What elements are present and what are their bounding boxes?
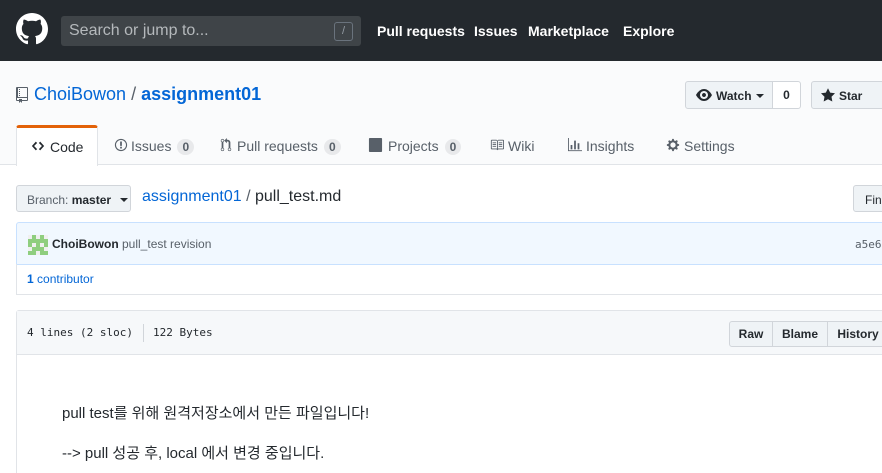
repo-title-separator: / bbox=[131, 84, 137, 104]
nav-marketplace[interactable]: Marketplace bbox=[528, 23, 609, 39]
contributor-count: 1 bbox=[27, 272, 34, 286]
github-logo-icon[interactable] bbox=[16, 13, 48, 45]
contributor-label: contributor bbox=[37, 272, 94, 286]
star-icon bbox=[821, 88, 835, 102]
avatar[interactable] bbox=[28, 235, 48, 255]
branch-label: Branch: master bbox=[27, 193, 111, 207]
commit-message-link[interactable]: pull_test revision bbox=[122, 237, 211, 251]
commit-sha-link[interactable]: a5e6 bbox=[855, 238, 882, 251]
commit-summary: ChoiBowon pull_test revision bbox=[52, 237, 211, 251]
file-info-divider bbox=[143, 324, 144, 342]
breadcrumb-file-name: pull_test.md bbox=[254, 188, 342, 205]
commit-tease: ChoiBowon pull_test revision a5e6 bbox=[16, 222, 882, 265]
breadcrumb-separator: / bbox=[246, 188, 251, 205]
watch-button[interactable]: Watch bbox=[685, 81, 773, 109]
find-file-button[interactable]: Find bbox=[853, 185, 882, 212]
tab-issues-count: 0 bbox=[177, 139, 195, 155]
search-input[interactable]: Search or jump to... / bbox=[61, 16, 361, 46]
tab-issues-text: Issues 0 bbox=[131, 138, 195, 155]
raw-button[interactable]: Raw bbox=[729, 321, 773, 347]
gear-icon bbox=[666, 138, 680, 152]
chevron-down-icon bbox=[756, 94, 764, 98]
project-icon bbox=[368, 138, 383, 152]
repo-name-link[interactable]: assignment01 bbox=[141, 84, 261, 104]
blame-button[interactable]: Blame bbox=[772, 321, 828, 347]
slash-shortcut-key: / bbox=[334, 22, 353, 41]
markdown-paragraph: --> pull 성공 후, local 에서 변경 중입니다. bbox=[62, 445, 325, 462]
breadcrumb: assignment01 / pull_test.md bbox=[142, 188, 341, 206]
tab-projects-text: Projects 0 bbox=[388, 138, 462, 155]
history-button[interactable]: History bbox=[827, 321, 882, 347]
eye-icon bbox=[696, 89, 712, 101]
tab-pull-requests-label: Pull requests bbox=[237, 138, 318, 154]
search-placeholder: Search or jump to... bbox=[69, 22, 209, 39]
tab-wiki-label: Wiki bbox=[508, 138, 535, 154]
repo-owner-link[interactable]: ChoiBowon bbox=[34, 84, 126, 104]
tab-projects-count: 0 bbox=[444, 139, 462, 155]
repo-icon bbox=[16, 87, 28, 103]
tab-pull-requests-text: Pull requests 0 bbox=[237, 138, 341, 155]
watch-label: Watch bbox=[716, 89, 752, 103]
markdown-paragraph: pull test를 위해 원격저장소에서 만든 파일입니다! bbox=[62, 405, 370, 422]
tab-code-label: Code bbox=[50, 139, 84, 155]
book-icon bbox=[490, 139, 504, 151]
contributors-link[interactable]: 1 contributor bbox=[27, 272, 94, 286]
tab-insights-label: Insights bbox=[586, 138, 635, 154]
pull-request-icon bbox=[220, 138, 232, 152]
global-header: Search or jump to... / Pull requests Iss… bbox=[0, 0, 882, 61]
issue-opened-icon bbox=[114, 138, 128, 152]
find-file-label: Find bbox=[865, 193, 882, 207]
tab-pull-requests-count: 0 bbox=[323, 139, 341, 155]
nav-issues[interactable]: Issues bbox=[474, 23, 518, 39]
star-label: Star bbox=[839, 89, 863, 103]
tab-settings-label: Settings bbox=[684, 138, 735, 154]
nav-explore[interactable]: Explore bbox=[623, 23, 674, 39]
tab-issues-label: Issues bbox=[131, 138, 172, 154]
tab-code[interactable]: Code bbox=[16, 125, 98, 166]
nav-pull-requests[interactable]: Pull requests bbox=[377, 23, 465, 39]
tab-projects-label: Projects bbox=[388, 138, 439, 154]
graph-icon bbox=[568, 138, 582, 152]
watch-count[interactable]: 0 bbox=[772, 81, 801, 109]
contributors-bar: 1 contributor bbox=[16, 264, 882, 295]
repo-title: ChoiBowon / assignment01 bbox=[34, 84, 261, 105]
branch-select-button[interactable]: Branch: master bbox=[16, 185, 131, 212]
star-button[interactable]: Star bbox=[811, 81, 882, 109]
breadcrumb-repo-link[interactable]: assignment01 bbox=[142, 188, 242, 205]
file-header: 4 lines (2 sloc) 122 Bytes Raw Blame His… bbox=[17, 311, 882, 355]
code-icon bbox=[31, 141, 45, 151]
branch-prefix: Branch: bbox=[27, 193, 69, 207]
commit-author-link[interactable]: ChoiBowon bbox=[52, 237, 119, 251]
file-size: 122 Bytes bbox=[153, 326, 213, 339]
file-line-count: 4 lines (2 sloc) bbox=[27, 326, 133, 339]
chevron-down-icon bbox=[120, 198, 128, 202]
branch-name: master bbox=[71, 193, 112, 207]
